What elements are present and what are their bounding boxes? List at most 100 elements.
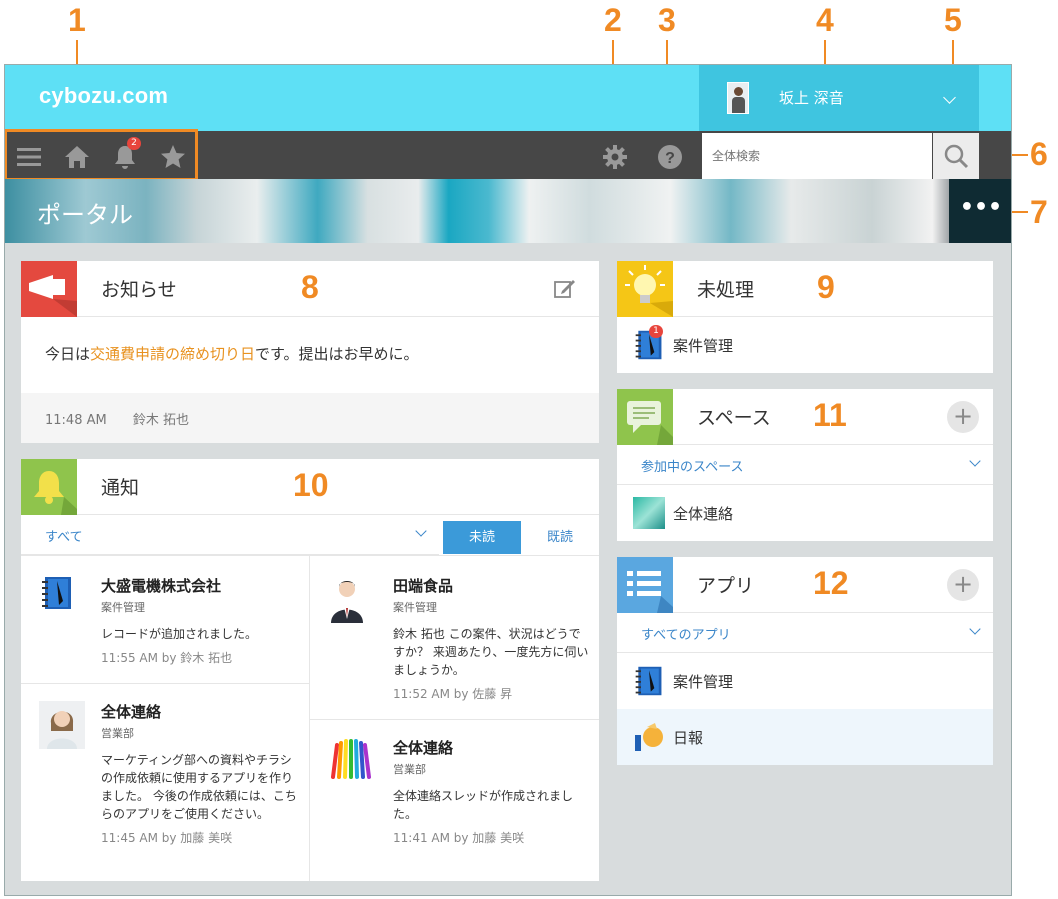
search-input[interactable] [702,133,932,179]
daily-report-app-icon [633,721,665,753]
callout-10: 10 [293,467,329,503]
pencils-icon [327,737,375,781]
space-filter-value: 参加中のスペース [641,460,744,475]
callout-9: 9 [817,269,835,305]
notice-link[interactable]: 交通費申請の締め切り日 [90,345,255,363]
notice-body-suffix: です。提出はお早めに。 [255,345,419,363]
search-button[interactable] [933,133,979,179]
spaces-header: スペース + [617,389,993,445]
notification-filter[interactable]: すべて [21,515,439,555]
avatar [327,575,367,623]
list-item[interactable]: 1 案件管理 [617,317,993,373]
notification-item[interactable]: 全体連絡 営業部 マーケティング部への資料やチラシの作成依頼に使用するアプリを作… [39,701,299,871]
apps-header: アプリ + [617,557,993,613]
search-icon [944,144,969,169]
callout-11: 11 [813,397,847,433]
apps-title: アプリ [697,575,755,597]
portal-banner: ポータル ••• [5,179,1011,243]
tab-read[interactable]: 既読 [527,521,593,554]
notice-panel: お知らせ 8 今日は交通費申請の締め切り日です。提出はお早めに。 11:48 A… [21,261,599,443]
list-item-label: 全体連絡 [673,505,734,523]
callout-2: 2 [604,2,622,38]
divider [21,555,599,556]
more-options-button[interactable]: ••• [949,179,1011,243]
notifications-title: 通知 [101,477,140,499]
callout-8: 8 [301,269,319,305]
chevron-down-icon [969,623,981,635]
list-item[interactable]: 案件管理 [617,653,993,709]
notice-footer: 11:48 AM 鈴木 拓也 [21,393,599,443]
notice-author[interactable]: 鈴木 拓也 [133,413,189,428]
add-space-button[interactable]: + [947,401,979,433]
app-filter-value: すべてのアプリ [641,628,731,643]
svg-text:?: ? [665,150,675,167]
notification-body: レコードが追加されました。 11:55 AM by 鈴木 拓也 [101,625,301,667]
row-divider [310,719,599,720]
notification-item[interactable]: 全体連絡 営業部 全体連絡スレッドが作成されました。 11:41 AM by 加藤… [327,737,589,867]
apps-panel: アプリ + 12 すべてのアプリ 案件管理 日報 [617,557,993,765]
notification-body: 鈴木 拓也 この案件、状況はどうですか？ 来週あたり、一度先方に伺いましょうか。… [393,625,589,703]
bell-icon [21,459,77,515]
notebook-app-icon: 1 [633,325,665,361]
notification-meta: 11:41 AM by 加藤 美咲 [393,831,525,845]
spaces-panel: スペース + 11 参加中のスペース 全体連絡 [617,389,993,541]
app-window: cybozu.com 坂上 深音 2 ? 全体検索 ポータル ••• お知らせ … [4,64,1012,896]
pending-header: 未処理 [617,261,993,317]
pending-badge: 1 [649,325,663,338]
callout-3: 3 [658,2,676,38]
pending-panel: 未処理 9 1 案件管理 [617,261,993,373]
tab-unread[interactable]: 未読 [443,521,521,554]
callout-5: 5 [944,2,962,38]
notice-time: 11:48 AM [45,413,107,428]
chevron-down-icon [969,455,981,467]
home-icon[interactable] [63,143,91,171]
help-icon[interactable]: ? [656,143,684,171]
user-menu[interactable]: 坂上 深音 [699,65,979,131]
callout-6: 6 [1030,136,1048,172]
chevron-down-icon [415,525,427,537]
notebook-app-icon [39,575,75,611]
space-filter[interactable]: 参加中のスペース [617,445,993,485]
chat-bubble-icon [617,389,673,445]
star-icon[interactable] [159,143,187,171]
callout-1: 1 [68,2,86,38]
bell-icon[interactable]: 2 [111,137,141,171]
notification-text: 全体連絡スレッドが作成されました。 [393,789,574,821]
spaces-title: スペース [697,407,771,429]
user-avatar [727,82,749,114]
list-item-label: 案件管理 [673,337,734,355]
list-item-label: 案件管理 [673,673,734,691]
edit-icon[interactable] [553,277,577,301]
notification-title: 全体連絡 [101,703,162,721]
notification-source: 営業部 [101,727,134,740]
list-icon [617,557,673,613]
list-item[interactable]: 日報 [617,709,993,765]
lightbulb-icon [617,261,673,317]
notification-badge: 2 [127,137,141,150]
menu-icon[interactable] [15,143,43,171]
notification-title: 大盛電機株式会社 [101,577,222,595]
user-name: 坂上 深音 [779,89,844,107]
notice-title: お知らせ [101,279,177,301]
notification-item[interactable]: 大盛電機株式会社 案件管理 レコードが追加されました。 11:55 AM by 鈴… [39,575,299,675]
notice-body-prefix: 今日は [45,345,91,363]
callout-4: 4 [816,2,834,38]
notification-item[interactable]: 田端食品 案件管理 鈴木 拓也 この案件、状況はどうですか？ 来週あたり、一度先… [327,575,589,715]
notification-title: 田端食品 [393,577,454,595]
app-filter[interactable]: すべてのアプリ [617,613,993,653]
row-divider [21,683,309,684]
add-app-button[interactable]: + [947,569,979,601]
logo: cybozu.com [39,83,169,108]
callout-7: 7 [1030,194,1048,230]
notification-meta: 11:52 AM by 佐藤 昇 [393,687,513,701]
notification-body: 全体連絡スレッドが作成されました。 11:41 AM by 加藤 美咲 [393,787,589,847]
chevron-down-icon[interactable] [943,91,956,104]
gear-icon[interactable] [601,143,629,171]
notification-source: 営業部 [393,763,426,776]
notification-meta: 11:45 AM by 加藤 美咲 [101,831,233,845]
notice-body: 今日は交通費申請の締め切り日です。提出はお早めに。 [45,343,419,364]
avatar [39,701,85,749]
page-title: ポータル [37,201,133,229]
notification-text: 鈴木 拓也 この案件、状況はどうですか？ 来週あたり、一度先方に伺いましょうか。 [393,627,589,677]
list-item[interactable]: 全体連絡 [617,485,993,541]
